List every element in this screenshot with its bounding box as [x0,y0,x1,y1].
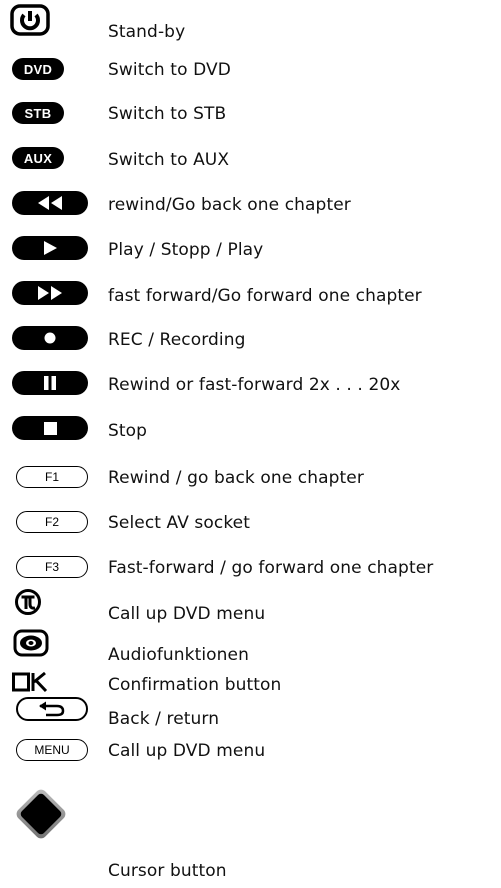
legend-label: Audiofunktionen [108,645,249,665]
power-icon [10,4,50,36]
legend-label: Stop [108,421,148,441]
legend-label: Back / return [108,709,220,729]
aux-button-text: AUX [23,150,53,166]
stb-button-text: STB [24,105,52,121]
f2-button-text: F2 [44,515,59,529]
legend-label: Call up DVD menu [108,741,266,761]
legend-label: Fast-forward / go forward one chapter [108,558,434,578]
legend-label: Call up DVD menu [108,604,266,624]
stb-button-icon: STB [12,102,64,124]
audio-icon [13,629,49,657]
legend-label: Switch to STB [108,104,227,124]
aux-button-icon: AUX [12,147,64,169]
dvd-button-icon: DVD [12,58,64,80]
ok-icon [12,671,48,693]
fast-forward-icon [12,281,88,305]
legend-label: fast forward/Go forward one chapter [108,286,422,306]
legend-label: Switch to DVD [108,60,231,80]
dvd-menu-logo-icon [14,588,42,616]
f3-button-text: F3 [44,560,59,574]
f2-button-icon: F2 [16,511,88,533]
legend-label: REC / Recording [108,330,246,350]
legend-label: Select AV socket [108,513,250,533]
dvd-button-text: DVD [23,61,53,77]
legend-label: Cursor button [108,861,227,881]
cursor-diamond-icon [10,783,72,845]
legend-label: Stand-by [108,22,186,42]
record-icon [12,326,88,350]
stop-icon [12,416,88,440]
menu-button-icon: MENU [16,739,88,761]
legend-label: rewind/Go back one chapter [108,195,351,215]
legend-label: Play / Stopp / Play [108,240,264,260]
rewind-icon [12,191,88,215]
legend-label: Confirmation button [108,675,282,695]
legend-label: Rewind or fast-forward 2x . . . 20x [108,375,401,395]
back-return-icon [16,697,88,721]
f3-button-icon: F3 [16,556,88,578]
play-icon [12,236,88,260]
legend-label: Switch to AUX [108,150,230,170]
f1-button-text: F1 [44,470,59,484]
f1-button-icon: F1 [16,466,88,488]
legend-label: Rewind / go back one chapter [108,468,364,488]
menu-button-text: MENU [34,743,70,757]
pause-icon [12,371,88,395]
